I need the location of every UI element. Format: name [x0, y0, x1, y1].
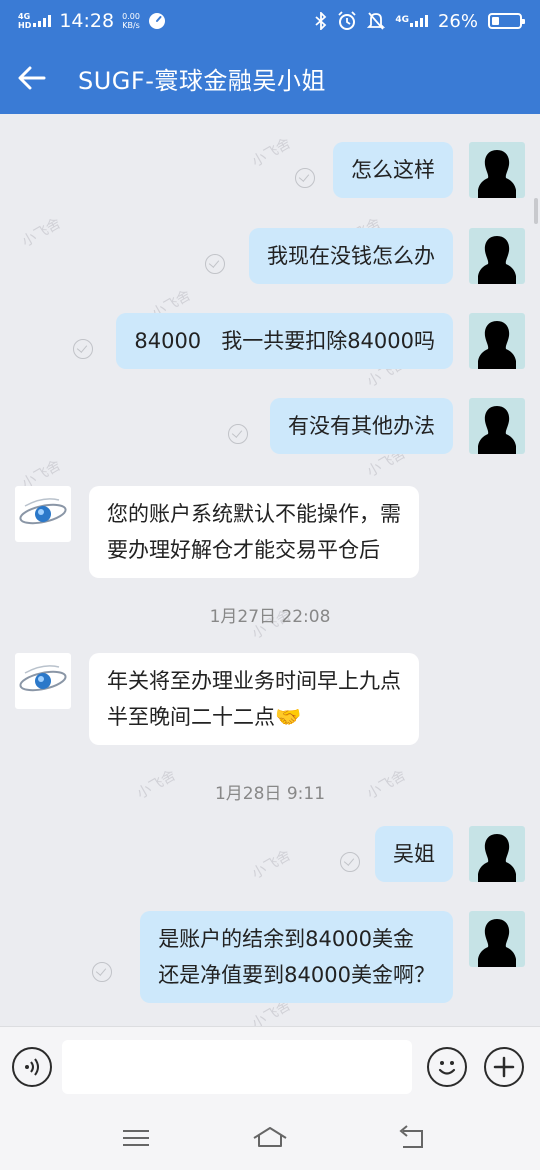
message-bubble[interactable]: 84000 我一共要扣除84000吗	[116, 313, 453, 369]
message-bubble[interactable]: 是账户的结余到84000美金 还是净值要到84000美金啊？	[140, 911, 453, 1003]
network-type-label: 4G	[18, 12, 31, 21]
silhouette-icon	[478, 919, 516, 967]
timestamp: 1月27日 22:08	[209, 607, 331, 627]
menu-button[interactable]	[118, 1124, 154, 1152]
contact-avatar[interactable]	[15, 653, 71, 709]
battery-percent: 26%	[437, 10, 478, 32]
message-bubble[interactable]: 您的账户系统默认不能操作，需 要办理好解仓才能交易平仓后	[89, 486, 419, 578]
clock: 14:28	[59, 10, 115, 32]
network-hd-label: HD	[18, 21, 32, 30]
title-bar: SUGF-寰球金融吴小姐	[0, 42, 540, 114]
timestamp: 1月28日 9:11	[214, 784, 326, 804]
message-outgoing: 吴姐	[375, 826, 525, 882]
speed-unit: KB/s	[122, 21, 140, 30]
message-bubble[interactable]: 吴姐	[375, 826, 453, 882]
mobile-network-label: 4G	[395, 15, 409, 25]
read-receipt-icon	[340, 852, 360, 872]
message-line: 您的账户系统默认不能操作，需	[107, 502, 401, 526]
silhouette-icon	[478, 150, 516, 198]
watermark: 小飞舍	[249, 135, 294, 171]
silhouette-icon	[478, 321, 516, 369]
message-line: 是账户的结余到84000美金	[158, 927, 414, 951]
message-input[interactable]	[62, 1040, 412, 1094]
message-bubble[interactable]: 有没有其他办法	[270, 398, 453, 454]
globe-logo-icon	[19, 665, 67, 692]
message-outgoing: 怎么这样	[333, 142, 525, 198]
back-nav-button[interactable]	[394, 1122, 430, 1154]
silhouette-icon	[478, 406, 516, 454]
more-options-button[interactable]	[484, 1047, 524, 1087]
signal-indicator: 4G HD	[18, 12, 52, 30]
user-avatar[interactable]	[469, 398, 525, 454]
scrollbar[interactable]	[534, 198, 538, 224]
chat-area[interactable]: 小飞舍 小飞舍 小飞舍 小飞舍 小飞舍 小飞舍 小飞舍 小飞舍 小飞舍 小飞舍 …	[0, 114, 540, 1026]
read-receipt-icon	[73, 339, 93, 359]
input-bar	[0, 1026, 540, 1106]
watermark: 小飞舍	[19, 215, 64, 251]
message-outgoing: 我现在没钱怎么办	[249, 228, 525, 284]
message-line: 半至晚间二十二点	[107, 705, 275, 729]
message-line: 年关将至办理业务时间早上九点	[107, 669, 401, 693]
speed-value: 0.00	[122, 12, 140, 21]
menu-lines-icon	[123, 1130, 149, 1146]
user-avatar[interactable]	[469, 911, 525, 967]
message-line-with-emoji: 半至晚间二十二点🤝	[107, 699, 401, 735]
silhouette-icon	[478, 834, 516, 882]
handshake-emoji: 🤝	[275, 705, 302, 729]
silhouette-icon	[478, 236, 516, 284]
user-avatar[interactable]	[469, 142, 525, 198]
chat-title: SUGF-寰球金融吴小姐	[78, 66, 326, 95]
contact-avatar[interactable]	[15, 486, 71, 542]
read-receipt-icon	[295, 168, 315, 188]
message-line: 还是净值要到84000美金啊？	[158, 963, 435, 987]
globe-logo-icon	[19, 498, 67, 525]
message-bubble[interactable]: 年关将至办理业务时间早上九点 半至晚间二十二点🤝	[89, 653, 419, 745]
battery-fill	[492, 17, 499, 25]
bluetooth-icon	[315, 12, 327, 30]
network-speed: 0.00 KB/s	[122, 12, 140, 30]
voice-button[interactable]	[12, 1047, 52, 1087]
alarm-icon	[338, 11, 356, 30]
arrow-left-icon	[18, 66, 46, 90]
message-bubble[interactable]: 我现在没钱怎么办	[249, 228, 453, 284]
read-receipt-icon	[92, 962, 112, 982]
return-arrow-icon	[399, 1125, 423, 1148]
top-bar: 4G HD 14:28 0.00 KB/s 4G 26% SUGF-寰球金融吴小…	[0, 0, 540, 114]
user-avatar[interactable]	[469, 228, 525, 284]
watermark: 小飞舍	[249, 847, 294, 883]
mute-bell-icon	[367, 12, 386, 30]
message-incoming: 年关将至办理业务时间早上九点 半至晚间二十二点🤝	[15, 653, 419, 745]
home-button[interactable]	[252, 1122, 288, 1154]
read-receipt-icon	[228, 424, 248, 444]
plus-icon	[493, 1056, 515, 1078]
user-avatar[interactable]	[469, 826, 525, 882]
home-icon	[253, 1127, 287, 1147]
signal-bars-icon	[33, 15, 52, 27]
system-navigation-bar	[0, 1106, 540, 1170]
mobile-signal-icon: 4G	[395, 15, 428, 27]
message-outgoing: 有没有其他办法	[270, 398, 525, 454]
back-button[interactable]	[0, 42, 64, 114]
message-outgoing: 84000 我一共要扣除84000吗	[116, 313, 525, 369]
message-incoming: 您的账户系统默认不能操作，需 要办理好解仓才能交易平仓后	[15, 486, 419, 578]
read-receipt-icon	[205, 254, 225, 274]
message-bubble[interactable]: 怎么这样	[333, 142, 453, 198]
smiley-face-icon	[438, 1061, 456, 1075]
message-outgoing: 是账户的结余到84000美金 还是净值要到84000美金啊？	[140, 911, 525, 1003]
emoji-button[interactable]	[427, 1047, 467, 1087]
voice-wave-icon	[25, 1058, 39, 1076]
user-avatar[interactable]	[469, 313, 525, 369]
message-line: 要办理好解仓才能交易平仓后	[107, 538, 380, 562]
status-bar: 4G HD 14:28 0.00 KB/s 4G 26%	[0, 0, 540, 42]
battery-icon	[488, 13, 525, 29]
speedometer-icon	[148, 13, 165, 29]
